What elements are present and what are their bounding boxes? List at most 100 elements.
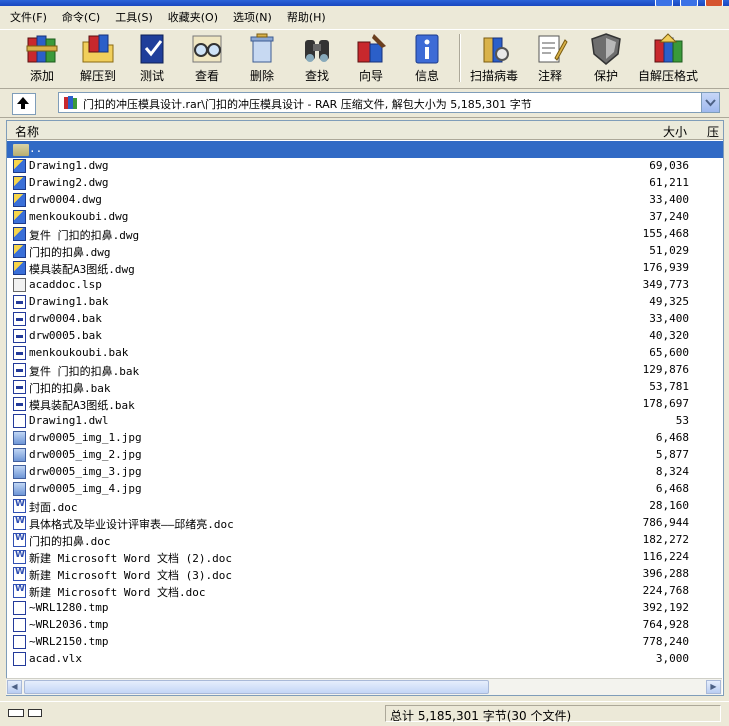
info-button[interactable]: 信息	[404, 32, 450, 86]
menu-file[interactable]: 文件(F)	[0, 9, 52, 25]
file-size: 3,000	[655, 652, 689, 665]
file-row[interactable]: 门扣的扣鼻.dwg 51,029	[7, 243, 723, 260]
protect-button[interactable]: 保护	[584, 32, 628, 86]
scroll-left-button[interactable]: ◀	[7, 680, 22, 694]
doc-file-icon	[13, 499, 26, 513]
menu-help[interactable]: 帮助(H)	[277, 9, 331, 25]
wizard-icon	[357, 34, 386, 63]
comment-button[interactable]: 注释	[530, 32, 570, 86]
file-name: 复件 门扣的扣鼻.bak	[29, 365, 140, 378]
file-row[interactable]: 模具装配A3图纸.bak 178,697	[7, 396, 723, 413]
file-row[interactable]: 新建 Microsoft Word 文档.doc 224,768	[7, 583, 723, 600]
file-row[interactable]: Drawing1.dwl 53	[7, 413, 723, 430]
virus-scan-button[interactable]: 扫描病毒	[466, 32, 522, 86]
bak-file-icon	[13, 397, 26, 411]
file-row[interactable]: 具体格式及毕业设计评审表——邱绪亮.doc 786,944	[7, 515, 723, 532]
file-list[interactable]: 名称 大小 压 .. Drawing1.dwg 69,036 Drawing2.dwg…	[6, 120, 724, 696]
find-button[interactable]: 查找	[294, 32, 340, 86]
file-name: drw0005.bak	[29, 329, 102, 342]
file-size: 116,224	[642, 550, 689, 563]
file-row[interactable]: drw0005_img_2.jpg 5,877	[7, 447, 723, 464]
file-row[interactable]: menkoukoubi.bak 65,600	[7, 345, 723, 362]
bak-file-icon	[13, 295, 26, 309]
file-size: 33,400	[649, 193, 689, 206]
file-row[interactable]: acad.vlx 3,000	[7, 651, 723, 668]
file-row[interactable]: Drawing2.dwg 61,211	[7, 175, 723, 192]
menu-options[interactable]: 选项(N)	[223, 9, 277, 25]
up-folder-button[interactable]	[12, 93, 36, 115]
file-row[interactable]: drw0005.bak 40,320	[7, 328, 723, 345]
wizard-button[interactable]: 向导	[348, 32, 394, 86]
file-row[interactable]: drw0005_img_1.jpg 6,468	[7, 430, 723, 447]
file-row[interactable]: menkoukoubi.dwg 37,240	[7, 209, 723, 226]
file-row[interactable]: Drawing1.bak 49,325	[7, 294, 723, 311]
file-name: drw0005_img_2.jpg	[29, 448, 142, 461]
file-name: 具体格式及毕业设计评审表——邱绪亮.doc	[29, 518, 234, 531]
file-row[interactable]: 复件 门扣的扣鼻.bak 129,876	[7, 362, 723, 379]
file-row[interactable]: 门扣的扣鼻.doc 182,272	[7, 532, 723, 549]
file-row[interactable]: ~WRL2150.tmp 778,240	[7, 634, 723, 651]
file-rows: .. Drawing1.dwg 69,036 Drawing2.dwg 61,211 dr…	[7, 141, 723, 668]
file-name: 新建 Microsoft Word 文档.doc	[29, 586, 206, 599]
doc-file-icon	[13, 516, 26, 530]
info-icon	[415, 34, 439, 64]
delete-button[interactable]: 删除	[240, 32, 284, 86]
menu-favorites[interactable]: 收藏夹(O)	[158, 9, 223, 25]
file-row[interactable]: drw0004.bak 33,400	[7, 311, 723, 328]
file-size: 182,272	[642, 533, 689, 546]
file-size: 8,324	[655, 465, 689, 478]
scroll-right-button[interactable]: ▶	[706, 680, 721, 694]
file-row[interactable]: drw0005_img_4.jpg 6,468	[7, 481, 723, 498]
file-size: 176,939	[642, 261, 689, 274]
scroll-thumb[interactable]	[24, 680, 489, 694]
file-name: 门扣的扣鼻.dwg	[29, 246, 111, 259]
file-row[interactable]: acaddoc.lsp 349,773	[7, 277, 723, 294]
extract-to-button[interactable]: 解压到	[74, 32, 122, 86]
file-row[interactable]: drw0004.dwg 33,400	[7, 192, 723, 209]
bak-file-icon	[13, 363, 26, 377]
key-icon[interactable]	[28, 709, 42, 717]
file-row[interactable]: 封面.doc 28,160	[7, 498, 723, 515]
address-field[interactable]: 门扣的冲压模具设计.rar\门扣的冲压模具设计 - RAR 压缩文件, 解包大小…	[58, 92, 720, 113]
file-size: 51,029	[649, 244, 689, 257]
sfx-button[interactable]: 自解压格式	[636, 32, 700, 86]
file-row[interactable]: 新建 Microsoft Word 文档 (3).doc 396,288	[7, 566, 723, 583]
test-button[interactable]: 测试	[130, 32, 174, 86]
archive-icon	[64, 96, 77, 109]
file-name: acad.vlx	[29, 652, 82, 665]
virus-scan-icon	[483, 37, 509, 63]
column-packed[interactable]: 压	[707, 123, 719, 140]
menu-bar: 文件(F) 命令(C) 工具(S) 收藏夹(O) 选项(N) 帮助(H)	[0, 6, 729, 28]
dwg-file-icon	[13, 261, 26, 275]
file-name: Drawing2.dwg	[29, 176, 109, 189]
file-row[interactable]: 新建 Microsoft Word 文档 (2).doc 116,224	[7, 549, 723, 566]
file-row[interactable]: ~WRL2036.tmp 764,928	[7, 617, 723, 634]
column-name[interactable]: 名称	[15, 123, 39, 140]
file-size: 392,192	[642, 601, 689, 614]
column-size[interactable]: 大小	[663, 123, 687, 140]
parent-folder-row[interactable]: ..	[7, 141, 723, 158]
drive-icon[interactable]	[8, 709, 24, 717]
shield-icon	[591, 33, 621, 65]
file-size: 349,773	[642, 278, 689, 291]
file-row[interactable]: ~WRL1280.tmp 392,192	[7, 600, 723, 617]
address-dropdown-button[interactable]	[701, 93, 719, 112]
horizontal-scrollbar[interactable]: ◀ ▶	[6, 678, 722, 695]
comment-label: 注释	[537, 69, 562, 83]
menu-commands[interactable]: 命令(C)	[52, 9, 105, 25]
file-row[interactable]: drw0005_img_3.jpg 8,324	[7, 464, 723, 481]
add-button[interactable]: 添加	[18, 32, 66, 86]
file-name: 模具装配A3图纸.bak	[29, 399, 135, 412]
dwl-file-icon	[13, 414, 26, 428]
dwg-file-icon	[13, 244, 26, 258]
file-row[interactable]: 门扣的扣鼻.bak 53,781	[7, 379, 723, 396]
file-row[interactable]: 复件 门扣的扣鼻.dwg 155,468	[7, 226, 723, 243]
menu-tools[interactable]: 工具(S)	[105, 9, 158, 25]
bak-file-icon	[13, 312, 26, 326]
doc-file-icon	[13, 533, 26, 547]
view-button[interactable]: 查看	[184, 32, 230, 86]
file-size: 224,768	[642, 584, 689, 597]
tmp-file-icon	[13, 635, 26, 649]
file-row[interactable]: Drawing1.dwg 69,036	[7, 158, 723, 175]
file-row[interactable]: 模具装配A3图纸.dwg 176,939	[7, 260, 723, 277]
